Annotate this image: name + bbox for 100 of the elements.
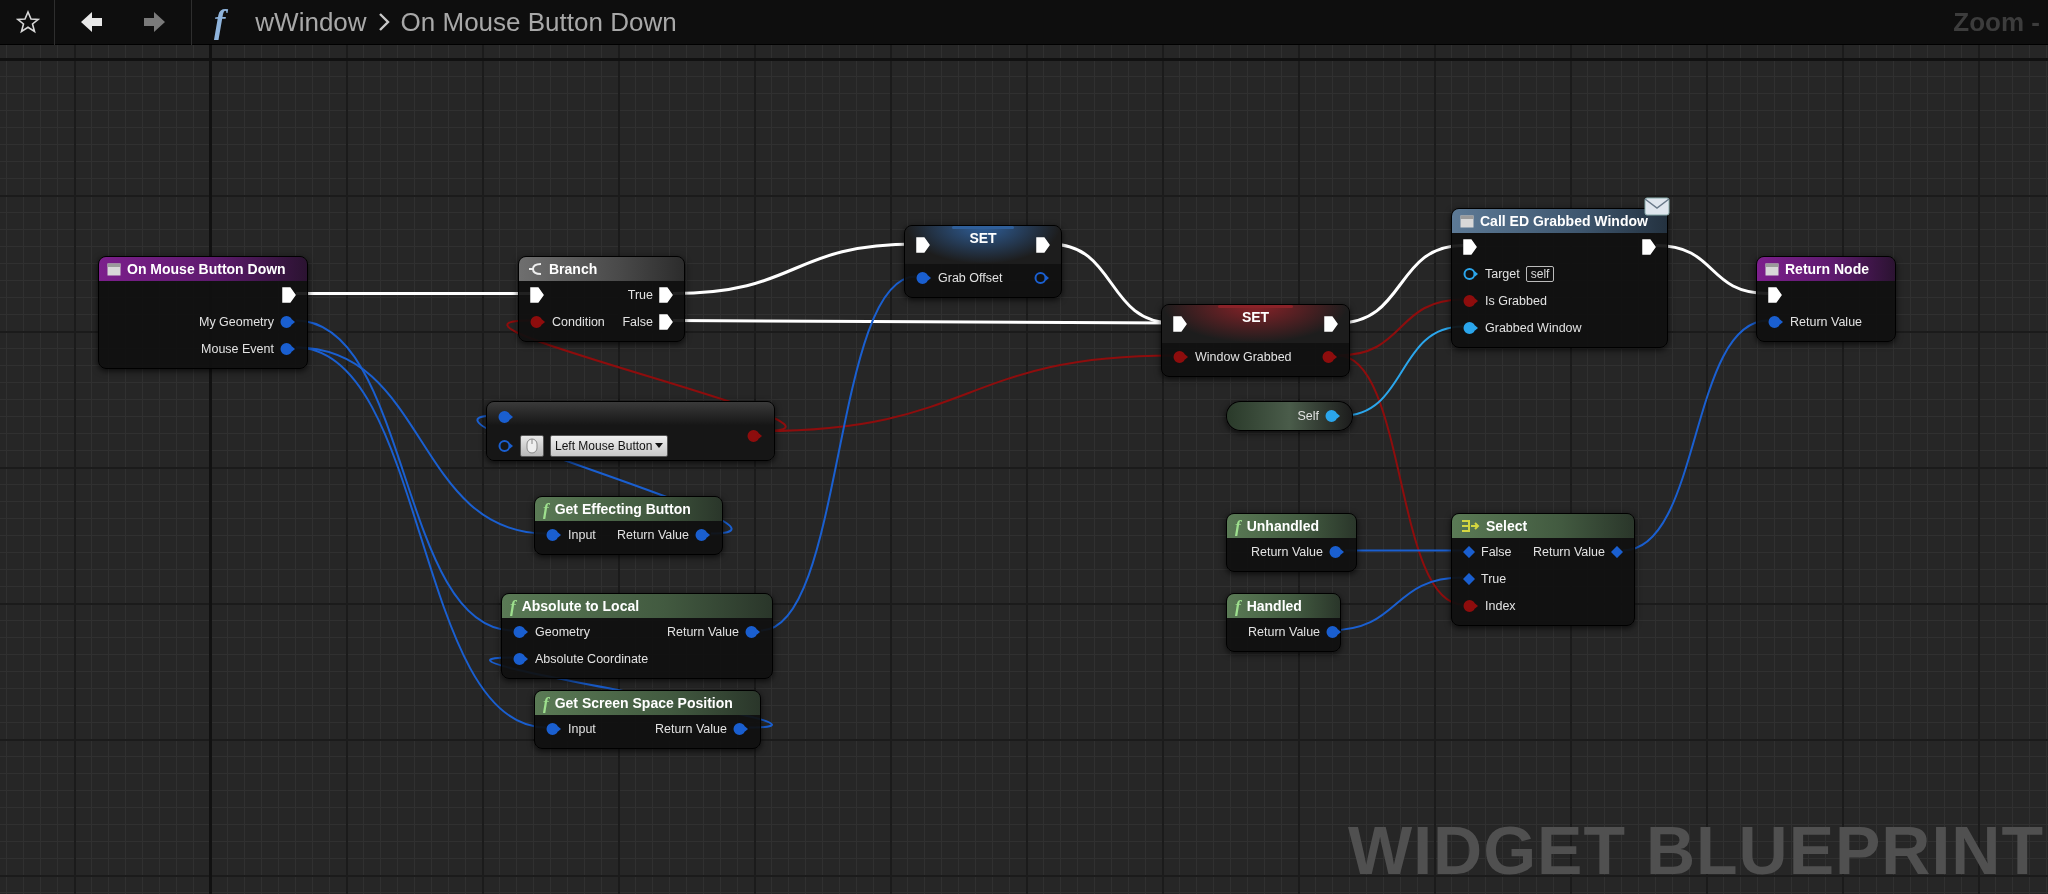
exec-pin[interactable] xyxy=(1463,238,1477,255)
function-icon: f xyxy=(214,5,226,39)
default-value-field[interactable]: self xyxy=(1525,265,1555,282)
node-title: Unhandled xyxy=(1246,518,1319,534)
graph-node[interactable]: f Absolute to Local Geometry Return Value Absolute Coordinate xyxy=(501,593,773,679)
pin-label: True xyxy=(1481,571,1507,586)
data-pin[interactable] xyxy=(513,651,529,666)
node-title: Get Effecting Button xyxy=(554,501,691,517)
graph-node[interactable]: Branch True Condition False xyxy=(518,256,685,342)
graph-node[interactable]: Call ED Grabbed Window Target self Is Grabbed Grabbed Window xyxy=(1451,208,1668,348)
diamond-pin[interactable] xyxy=(1463,545,1475,558)
data-pin[interactable] xyxy=(745,624,761,639)
exec-pin[interactable] xyxy=(659,286,673,303)
pin-label: Target xyxy=(1485,266,1520,281)
data-pin[interactable] xyxy=(498,409,514,424)
pin-label: Return Value xyxy=(654,721,727,736)
pin-label: Index xyxy=(1485,598,1516,613)
exec-pin[interactable] xyxy=(1036,237,1050,253)
pin-label: Grabbed Window xyxy=(1485,320,1582,335)
mouse-icon xyxy=(526,437,538,454)
exec-pin[interactable] xyxy=(282,286,296,303)
pin-label: Window Grabbed xyxy=(1195,349,1292,364)
diamond-pin[interactable] xyxy=(1611,545,1623,558)
event-icon xyxy=(1765,262,1779,276)
pin-label: False xyxy=(1481,544,1512,559)
caret-icon xyxy=(655,443,664,448)
data-pin[interactable] xyxy=(916,270,932,285)
function-icon: f xyxy=(1235,597,1241,615)
graph-node[interactable]: Left Mouse Button xyxy=(486,401,775,461)
pin-label: Return Value xyxy=(1248,624,1321,639)
pin-label: Return Value xyxy=(1250,544,1323,559)
key-dropdown[interactable]: Left Mouse Button xyxy=(550,434,669,457)
data-pin[interactable] xyxy=(546,527,562,542)
graph-node[interactable]: f Get Effecting Button Input Return Value xyxy=(534,496,723,555)
data-pin[interactable] xyxy=(1034,270,1050,285)
pin-label: Return Value xyxy=(616,527,689,542)
exec-pin[interactable] xyxy=(1324,316,1338,332)
back-arrow-icon xyxy=(79,9,105,35)
breadcrumb-link[interactable]: wWindow xyxy=(249,6,373,38)
graph-node[interactable]: Self xyxy=(1226,401,1353,431)
key-picker-button[interactable] xyxy=(520,434,544,457)
data-pin[interactable] xyxy=(1463,266,1479,281)
data-pin[interactable] xyxy=(280,341,296,356)
pin-label: Return Value xyxy=(1790,314,1863,329)
graph-node[interactable]: SET Grab Offset xyxy=(904,225,1062,298)
exec-pin[interactable] xyxy=(530,286,544,303)
node-title: On Mouse Button Down xyxy=(127,261,286,277)
pin-label: False xyxy=(622,314,653,329)
data-pin[interactable] xyxy=(733,721,749,736)
graph-node[interactable]: SET Window Grabbed xyxy=(1161,304,1350,377)
data-pin[interactable] xyxy=(1329,544,1345,559)
node-title: Branch xyxy=(549,261,598,277)
diamond-pin[interactable] xyxy=(1463,572,1475,585)
graph-node[interactable]: Return Node Return Value xyxy=(1756,256,1896,342)
node-title: SET xyxy=(969,230,997,246)
data-pin[interactable] xyxy=(1768,314,1784,329)
graph-node[interactable]: On Mouse Button Down My Geometry Mouse Event xyxy=(98,256,308,369)
pin-label: Input xyxy=(568,527,596,542)
graph-node[interactable]: f Handled Return Value xyxy=(1226,593,1341,652)
data-pin[interactable] xyxy=(1326,624,1343,639)
function-icon: f xyxy=(543,500,549,518)
pin-label: True xyxy=(627,287,653,302)
pin-label: Self xyxy=(1297,409,1319,423)
exec-pin[interactable] xyxy=(1642,238,1656,255)
data-pin[interactable] xyxy=(546,721,562,736)
data-pin[interactable] xyxy=(695,527,711,542)
pin-label: My Geometry xyxy=(199,314,274,329)
node-title: Call ED Grabbed Window xyxy=(1480,213,1648,229)
pin-label: Condition xyxy=(552,314,605,329)
branch-icon xyxy=(527,262,543,276)
exec-pin[interactable] xyxy=(659,313,673,330)
node-title: Select xyxy=(1486,518,1528,534)
node-title: Return Node xyxy=(1785,261,1869,277)
chevron-icon xyxy=(376,11,391,33)
graph-node[interactable]: f Get Screen Space Position Input Return Value xyxy=(534,690,761,749)
pin-label: Return Value xyxy=(666,624,739,639)
data-pin[interactable] xyxy=(498,438,514,453)
breadcrumb-link[interactable]: On Mouse Button Down xyxy=(394,6,683,38)
pin-label: Input xyxy=(568,721,596,736)
exec-pin[interactable] xyxy=(1768,286,1782,303)
function-icon: f xyxy=(510,597,516,615)
function-icon: f xyxy=(1235,517,1241,535)
pin-label: Mouse Event xyxy=(201,341,274,356)
graph-node[interactable]: f Unhandled Return Value xyxy=(1226,513,1357,572)
pin-label: Absolute Coordinate xyxy=(535,651,649,666)
graph-node[interactable]: Select False Return Value True Index xyxy=(1451,513,1635,626)
data-pin[interactable] xyxy=(1463,320,1479,335)
node-title: Absolute to Local xyxy=(521,598,640,614)
exec-pin[interactable] xyxy=(916,237,930,253)
data-pin[interactable] xyxy=(1325,409,1341,423)
event-icon xyxy=(1460,214,1474,228)
exec-pin[interactable] xyxy=(1173,316,1187,332)
pin-label: Geometry xyxy=(535,624,590,639)
node-title: Get Screen Space Position xyxy=(554,695,733,711)
event-icon xyxy=(107,262,121,276)
data-pin[interactable] xyxy=(280,314,296,329)
forward-arrow-icon xyxy=(141,9,167,35)
select-icon xyxy=(1460,519,1480,533)
node-title: Handled xyxy=(1246,598,1302,614)
data-pin[interactable] xyxy=(513,624,529,639)
